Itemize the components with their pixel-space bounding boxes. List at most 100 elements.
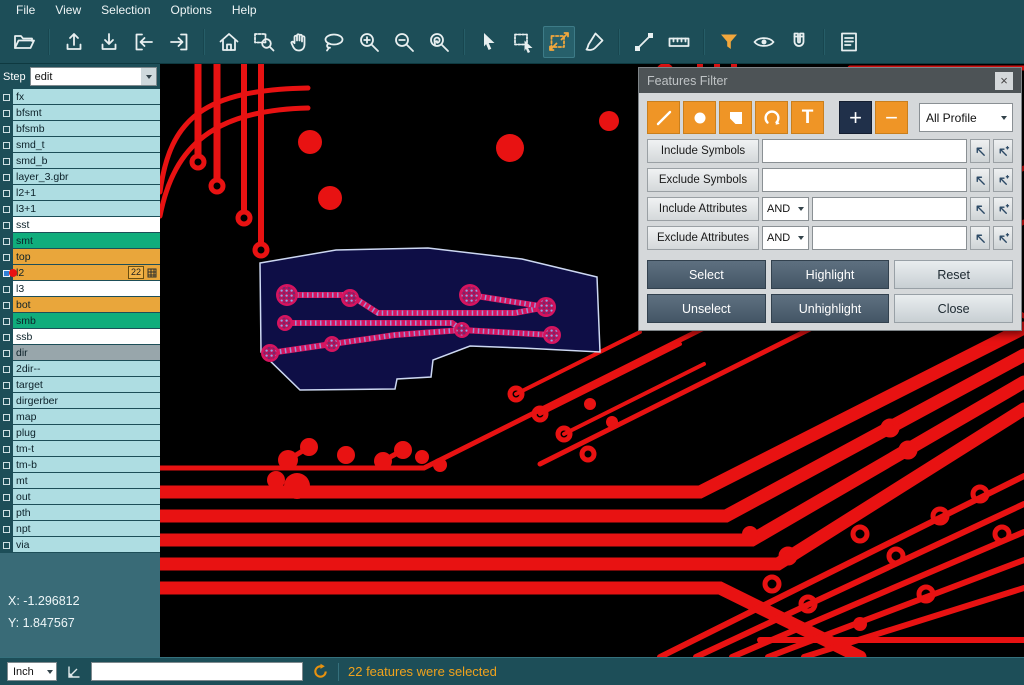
layer-cell[interactable]: sst bbox=[13, 217, 160, 233]
layer-checkbox[interactable] bbox=[3, 430, 10, 437]
layer-cell[interactable]: bot bbox=[13, 297, 160, 313]
pan-button[interactable] bbox=[283, 26, 315, 58]
exclude-symbols-pick-add-button[interactable] bbox=[993, 168, 1013, 192]
layer-cell[interactable]: tm-b bbox=[13, 457, 160, 473]
select-rect-button[interactable] bbox=[508, 26, 540, 58]
measure-ruler-button[interactable] bbox=[663, 26, 695, 58]
layer-checkbox[interactable] bbox=[3, 126, 10, 133]
layer-row-bfsmb[interactable]: bfsmb bbox=[0, 121, 160, 137]
exclude-attributes-operator-dropdown[interactable]: AND bbox=[762, 226, 809, 250]
layer-row-smb[interactable]: smb bbox=[0, 313, 160, 329]
arc-filter-button[interactable] bbox=[755, 101, 788, 134]
include-attributes-field[interactable] bbox=[812, 197, 967, 221]
layer-row-plug[interactable]: plug bbox=[0, 425, 160, 441]
layer-checkbox[interactable] bbox=[3, 206, 10, 213]
clear-brush-button[interactable] bbox=[578, 26, 610, 58]
pcb-canvas[interactable]: Features Filter × T + − All Profile Incl… bbox=[160, 64, 1024, 657]
layer-cell[interactable]: smd_t bbox=[13, 137, 160, 153]
exclude-attributes-label[interactable]: Exclude Attributes bbox=[647, 226, 759, 250]
exclude-attributes-pick-add-button[interactable] bbox=[993, 226, 1013, 250]
layer-row-out[interactable]: out bbox=[0, 489, 160, 505]
layer-row-via[interactable]: via bbox=[0, 537, 160, 553]
close-button[interactable]: Close bbox=[894, 294, 1013, 323]
menu-item-options[interactable]: Options bbox=[161, 1, 222, 20]
zoom-reset-button[interactable] bbox=[423, 26, 455, 58]
include-symbols-pick-button[interactable] bbox=[970, 139, 990, 163]
layer-row-dir[interactable]: dir bbox=[0, 345, 160, 361]
exclude-symbols-label[interactable]: Exclude Symbols bbox=[647, 168, 759, 192]
highlight-button[interactable]: Highlight bbox=[771, 260, 890, 289]
zoom-window-button[interactable] bbox=[248, 26, 280, 58]
layer-cell[interactable]: via bbox=[13, 537, 160, 553]
profile-dropdown[interactable]: All Profile bbox=[919, 103, 1013, 132]
layer-cell[interactable]: target bbox=[13, 377, 160, 393]
layer-row-ssb[interactable]: ssb bbox=[0, 329, 160, 345]
menu-item-help[interactable]: Help bbox=[222, 1, 267, 20]
layer-checkbox[interactable] bbox=[3, 414, 10, 421]
menu-item-file[interactable]: File bbox=[6, 1, 45, 20]
layer-cell[interactable]: npt bbox=[13, 521, 160, 537]
layer-checkbox[interactable] bbox=[3, 382, 10, 389]
layer-row-smd-b[interactable]: smd_b bbox=[0, 153, 160, 169]
import-left-button[interactable] bbox=[128, 26, 160, 58]
layer-row-top[interactable]: top bbox=[0, 249, 160, 265]
layer-cell[interactable]: l2+1 bbox=[13, 185, 160, 201]
home-button[interactable] bbox=[213, 26, 245, 58]
exclude-attributes-field[interactable] bbox=[812, 226, 967, 250]
layer-checkbox[interactable] bbox=[3, 334, 10, 341]
include-symbols-label[interactable]: Include Symbols bbox=[647, 139, 759, 163]
layer-row-mt[interactable]: mt bbox=[0, 473, 160, 489]
unselect-button[interactable]: Unselect bbox=[647, 294, 766, 323]
remove-filter-button[interactable]: − bbox=[875, 101, 908, 134]
layer-row-pth[interactable]: pth bbox=[0, 505, 160, 521]
layer-row-tm-t[interactable]: tm-t bbox=[0, 441, 160, 457]
surface-filter-button[interactable] bbox=[719, 101, 752, 134]
layer-checkbox[interactable] bbox=[3, 526, 10, 533]
layer-checkbox[interactable] bbox=[3, 478, 10, 485]
exclude-attributes-pick-button[interactable] bbox=[970, 226, 990, 250]
layer-row-dirgerber[interactable]: dirgerber bbox=[0, 393, 160, 409]
text-filter-button[interactable]: T bbox=[791, 101, 824, 134]
exclude-symbols-field[interactable] bbox=[762, 168, 967, 192]
export-right-button[interactable] bbox=[163, 26, 195, 58]
menu-item-selection[interactable]: Selection bbox=[91, 1, 160, 20]
layer-cell[interactable]: bfsmb bbox=[13, 121, 160, 137]
include-attributes-label[interactable]: Include Attributes bbox=[647, 197, 759, 221]
zoom-in-button[interactable] bbox=[353, 26, 385, 58]
select-cursor-button[interactable] bbox=[473, 26, 505, 58]
layer-checkbox[interactable] bbox=[3, 238, 10, 245]
layer-row-smt[interactable]: smt bbox=[0, 233, 160, 249]
layer-row-fx[interactable]: fx bbox=[0, 89, 160, 105]
layer-checkbox[interactable] bbox=[3, 142, 10, 149]
layer-checkbox[interactable] bbox=[3, 462, 10, 469]
layer-row-l3[interactable]: l3 bbox=[0, 281, 160, 297]
transform-select-button[interactable] bbox=[543, 26, 575, 58]
layer-row-bot[interactable]: bot bbox=[0, 297, 160, 313]
layer-cell[interactable]: dir bbox=[13, 345, 160, 361]
layer-cell[interactable]: top bbox=[13, 249, 160, 265]
layer-cell[interactable]: mt bbox=[13, 473, 160, 489]
report-button[interactable] bbox=[833, 26, 865, 58]
include-attributes-pick-button[interactable] bbox=[970, 197, 990, 221]
layer-row-target[interactable]: target bbox=[0, 377, 160, 393]
layer-checkbox[interactable] bbox=[3, 350, 10, 357]
layer-checkbox[interactable] bbox=[3, 94, 10, 101]
import-down-button[interactable] bbox=[93, 26, 125, 58]
layer-cell[interactable]: smt bbox=[13, 233, 160, 249]
refresh-icon[interactable] bbox=[312, 663, 329, 680]
layer-checkbox[interactable] bbox=[3, 174, 10, 181]
layer-cell[interactable]: l222 bbox=[13, 265, 160, 281]
export-up-button[interactable] bbox=[58, 26, 90, 58]
layer-checkbox[interactable] bbox=[3, 302, 10, 309]
layer-row-layer-3-gbr[interactable]: layer_3.gbr bbox=[0, 169, 160, 185]
layer-cell[interactable]: l3+1 bbox=[13, 201, 160, 217]
include-symbols-pick-add-button[interactable] bbox=[993, 139, 1013, 163]
layer-cell[interactable]: tm-t bbox=[13, 441, 160, 457]
layer-row-l2-1[interactable]: l2+1 bbox=[0, 185, 160, 201]
layer-cell[interactable]: l3 bbox=[13, 281, 160, 297]
layer-row-smd-t[interactable]: smd_t bbox=[0, 137, 160, 153]
filter-button[interactable] bbox=[713, 26, 745, 58]
unhighlight-button[interactable]: Unhighlight bbox=[771, 294, 890, 323]
layer-checkbox[interactable] bbox=[3, 542, 10, 549]
layer-checkbox[interactable] bbox=[3, 254, 10, 261]
